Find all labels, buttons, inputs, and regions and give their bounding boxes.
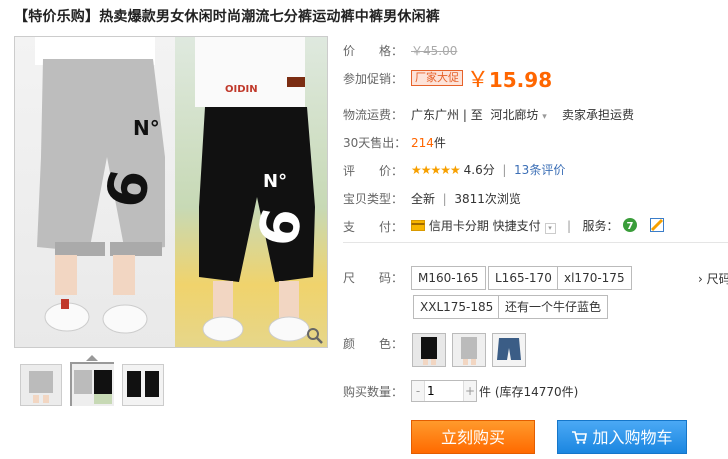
quantity-increase-button[interactable]: +: [463, 381, 476, 401]
reviews-link[interactable]: 13条评价: [514, 163, 565, 177]
shipping-label: 物流运费：: [343, 108, 404, 122]
rating-label: 评 价：: [343, 164, 404, 178]
promo-price: 15.98: [488, 68, 553, 92]
shipping-from: 广东广州: [411, 108, 460, 122]
color-option-grey[interactable]: [452, 333, 486, 367]
thumbnail-3[interactable]: [122, 364, 164, 406]
size-option-xl[interactable]: xl170-175: [557, 266, 632, 290]
chevron-down-icon: ▾: [542, 112, 547, 122]
sales-row: 214件: [411, 134, 446, 151]
type-sep: |: [442, 192, 447, 206]
size-option-denim[interactable]: 还有一个牛仔蓝色: [498, 295, 609, 319]
quick-pay-dropdown-icon[interactable]: ▾: [544, 223, 556, 234]
credit-installment[interactable]: 信用卡分期: [429, 219, 489, 233]
sales-count: 214: [411, 136, 434, 150]
rating-stars-icon: ★★★★★: [411, 163, 461, 177]
size-option-l[interactable]: L165-170: [488, 266, 559, 290]
svg-text:N°: N°: [263, 171, 287, 192]
thumbnail-1[interactable]: [20, 364, 62, 406]
stock-info: 件 (库存14770件): [479, 385, 579, 399]
sales-label: 30天售出：: [343, 136, 407, 150]
thumbnail-2[interactable]: [70, 362, 114, 406]
promo-price-row: 厂家大促 ￥15.98: [411, 62, 552, 94]
views-count: 3811次浏览: [454, 192, 521, 206]
add-to-cart-label: 加入购物车: [592, 428, 673, 447]
cart-icon: [572, 431, 588, 444]
grey-pants-photo: 6 N°: [15, 37, 175, 347]
color-option-black[interactable]: [412, 333, 446, 367]
quantity-decrease-button[interactable]: -: [412, 381, 425, 401]
divider: [343, 242, 728, 243]
original-price: ￥45.00: [411, 44, 458, 58]
add-to-cart-button[interactable]: 加入购物车: [557, 420, 687, 454]
svg-text:OIDIN: OIDIN: [225, 84, 258, 95]
product-title: 【特价乐购】热卖爆款男女休闲时尚潮流七分裤运动裤中裤男休闲裤: [14, 9, 440, 25]
rating-row: ★★★★★ 4.6分 | 13条评价: [411, 161, 565, 178]
promo-yen: ￥: [466, 68, 489, 93]
quantity-label: 购买数量：: [343, 385, 404, 399]
sales-unit: 件: [433, 136, 446, 150]
main-product-image[interactable]: 6 N° OIDIN 6 N°: [14, 36, 328, 348]
color-option-denim[interactable]: [492, 333, 526, 367]
shipping-fee: 卖家承担运费: [562, 108, 635, 122]
payment-label: 支 付：: [343, 220, 404, 234]
quantity-input[interactable]: [427, 381, 461, 401]
zoom-icon[interactable]: [306, 327, 324, 345]
size-chart-link[interactable]: › 尺码: [698, 270, 728, 287]
price-label: 价 格：: [343, 44, 404, 58]
buy-now-button[interactable]: 立刻购买: [411, 420, 535, 454]
shipping-row: 广东广州 | 至 河北廊坊 ▾ 卖家承担运费: [411, 106, 634, 123]
service-label: 服务：: [582, 219, 619, 233]
thumbnail-pointer-icon: [86, 355, 98, 361]
quality-guarantee-icon[interactable]: [650, 218, 665, 232]
shipping-to-prefix: 至: [470, 108, 483, 122]
seven-day-return-icon[interactable]: 7: [622, 217, 638, 233]
type-label: 宝贝类型：: [343, 192, 404, 206]
shipping-destination[interactable]: 河北廊坊 ▾: [487, 108, 547, 122]
promo-tag: 厂家大促: [411, 70, 463, 86]
quick-pay[interactable]: 快捷支付: [493, 219, 541, 233]
svg-text:7: 7: [627, 221, 634, 232]
type-row: 全新 | 3811次浏览: [411, 190, 521, 207]
credit-card-icon: [411, 220, 425, 231]
promo-label: 参加促销：: [343, 72, 404, 86]
svg-text:N°: N°: [133, 116, 160, 140]
shipping-sep: |: [462, 108, 471, 122]
size-label: 尺 码：: [343, 271, 404, 285]
rating-sep: |: [502, 163, 507, 177]
size-option-m[interactable]: M160-165: [411, 266, 486, 290]
type-value: 全新: [411, 192, 436, 206]
black-pants-photo: OIDIN 6 N°: [175, 37, 327, 347]
color-label: 颜 色：: [343, 337, 404, 351]
payment-row: 信用卡分期 快捷支付 ▾ | 服务： 7: [411, 217, 665, 234]
rating-score: 4.6分: [463, 163, 495, 177]
size-option-xxl[interactable]: XXL175-185: [413, 295, 501, 319]
quantity-stepper: - +: [411, 380, 477, 402]
